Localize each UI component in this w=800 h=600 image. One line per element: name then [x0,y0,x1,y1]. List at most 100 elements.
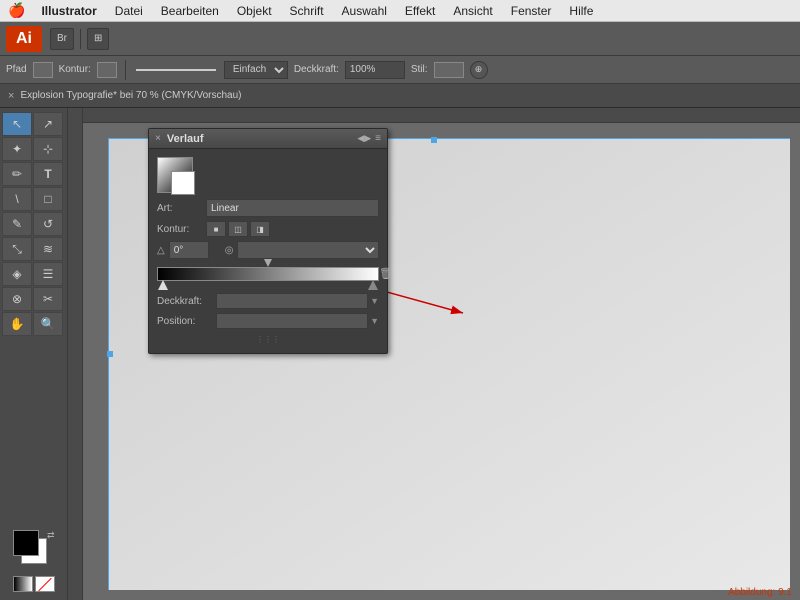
lasso-tool-button[interactable]: ⊹ [33,137,63,161]
menu-datei[interactable]: Datei [107,2,151,20]
scissors-tool-button[interactable]: ✂ [33,287,63,311]
aspect-icon: ◎ [225,245,234,256]
menu-illustrator[interactable]: Illustrator [33,2,104,20]
kontur-label: Kontur: [59,64,91,75]
gradient-stop-left[interactable] [158,280,168,290]
tool-row-3: ✏ T [2,162,65,186]
gradient-stop-right[interactable] [368,280,378,290]
gradient-bar[interactable] [157,267,379,281]
doctab: × Explosion Typografie* bei 70 % (CMYK/V… [0,84,800,108]
menu-effekt[interactable]: Effekt [397,2,443,20]
menu-fenster[interactable]: Fenster [503,2,560,20]
hand-tool-button[interactable]: ✋ [2,312,32,336]
rect-tool-button[interactable]: □ [33,187,63,211]
tool-row-4: \ □ [2,187,65,211]
stil-label: Stil: [411,64,428,75]
options-globe-button[interactable]: ⊕ [470,61,488,79]
gradient-type-dropdown[interactable]: Linear Radial [206,199,379,217]
zoom-tool-button[interactable]: 🔍 [33,312,63,336]
kontur-along-button[interactable]: ◫ [228,221,248,237]
position-dropdown-arrow[interactable]: ▼ [370,316,379,326]
pencil-tool-button[interactable]: ✎ [2,212,32,236]
canvas-area[interactable]: × Verlauf ◀▶ ≡ Art: [68,108,800,600]
deckkraft-input[interactable] [345,61,405,79]
direct-selection-tool-button[interactable]: ↗ [33,112,63,136]
pen-tool-button[interactable]: ✏ [2,162,32,186]
apple-menu[interactable]: 🍎 [8,2,25,19]
toolbox: ↖ ↗ ✦ ⊹ ✏ T \ □ ✎ ↺ ⤡ ≋ ◈ ☰ ⊗ ✂ [0,108,68,600]
aspect-dropdown[interactable] [237,241,379,259]
statusbar: Abbildung: 9.1 [720,585,800,600]
tool-row-5: ✎ ↺ [2,212,65,236]
kontur-fill-button[interactable]: ■ [206,221,226,237]
gradient-fill-button[interactable] [13,576,33,592]
panel-expand-button[interactable]: ◀▶ [357,133,371,144]
free-transform-button[interactable]: ◈ [2,262,32,286]
menu-hilfe[interactable]: Hilfe [561,2,601,20]
panel-menu-button[interactable]: ≡ [375,133,381,144]
type-dropdown-container: Linear Radial [206,199,379,217]
foreground-color-swatch[interactable] [13,530,39,556]
position-input-container: ▼ [216,313,379,329]
gradient-midpoint-handle[interactable] [264,259,272,267]
menu-schrift[interactable]: Schrift [282,2,332,20]
tool-row-9: ✋ 🔍 [2,312,65,336]
tool-row-2: ✦ ⊹ [2,137,65,161]
angle-input[interactable] [169,241,209,259]
tool-row-8: ⊗ ✂ [2,287,65,311]
stroke-swatch[interactable] [97,62,117,78]
delete-stop-button[interactable]: 🗑 [379,267,393,280]
status-text: Abbildung: 9.1 [728,587,792,598]
none-fill-button[interactable] [35,576,55,592]
panel-resize-handle[interactable]: ⋮⋮⋮ [157,333,379,345]
stil-swatch[interactable] [434,62,464,78]
deckkraft-panel-input[interactable] [216,293,368,309]
position-row: Position: ▼ [157,313,379,329]
angle-icon: △ [157,245,165,256]
menu-bearbeiten[interactable]: Bearbeiten [153,2,227,20]
rotate-tool-button[interactable]: ↺ [33,212,63,236]
stroke-style-dropdown[interactable]: Einfach [224,61,288,79]
tab-close-button[interactable]: × [8,90,14,102]
panel-close-button[interactable]: × [155,133,161,144]
panel-body: Art: Linear Radial Kontur: ■ ◫ ◨ [149,149,387,353]
panel-title: Verlauf [167,133,357,145]
selection-tool-button[interactable]: ↖ [2,112,32,136]
gradient-slider-container: 🗑 [157,267,379,281]
kontur-row-label: Kontur: [157,224,202,235]
bridge-button[interactable]: Br [50,28,74,50]
line-tool-button[interactable]: \ [2,187,32,211]
gradient-panel: × Verlauf ◀▶ ≡ Art: [148,128,388,354]
kontur-buttons: ■ ◫ ◨ [206,221,270,237]
type-label: Art: [157,203,202,214]
menu-ansicht[interactable]: Ansicht [445,2,500,20]
panel-header[interactable]: × Verlauf ◀▶ ≡ [149,129,387,149]
menu-auswahl[interactable]: Auswahl [334,2,395,20]
color-swatches: ⇄ [13,530,55,572]
gradient-stroke-swatch[interactable] [171,171,195,195]
line-preview [136,69,216,71]
menu-objekt[interactable]: Objekt [229,2,280,20]
deckkraft-dropdown-arrow[interactable]: ▼ [370,296,379,306]
type-tool-button[interactable]: T [33,162,63,186]
position-input[interactable] [216,313,368,329]
kontur-row: Kontur: ■ ◫ ◨ [157,221,379,237]
gradient-swatches-container [157,157,193,193]
symbol-tool-button[interactable]: ☰ [33,262,63,286]
optionsbar: Pfad Kontur: Einfach Deckkraft: Stil: ⊕ [0,56,800,84]
gradient-swatch-row [157,157,379,193]
kontur-across-button[interactable]: ◨ [250,221,270,237]
canvas-handle-left[interactable] [107,351,113,357]
canvas-handle-top[interactable] [431,137,437,143]
graph-tool-button[interactable]: ⊗ [2,287,32,311]
scale-tool-button[interactable]: ⤡ [2,237,32,261]
swap-colors-button[interactable]: ⇄ [47,530,55,541]
warp-tool-button[interactable]: ≋ [33,237,63,261]
fill-swatch[interactable] [33,62,53,78]
toolbar: Ai Br ⊞ [0,22,800,56]
magic-wand-tool-button[interactable]: ✦ [2,137,32,161]
deckkraft-row: Deckkraft: ▼ [157,293,379,309]
toolbox-bottom: ⇄ [2,526,65,596]
main-area: ↖ ↗ ✦ ⊹ ✏ T \ □ ✎ ↺ ⤡ ≋ ◈ ☰ ⊗ ✂ [0,108,800,600]
arrange-button[interactable]: ⊞ [87,28,109,50]
